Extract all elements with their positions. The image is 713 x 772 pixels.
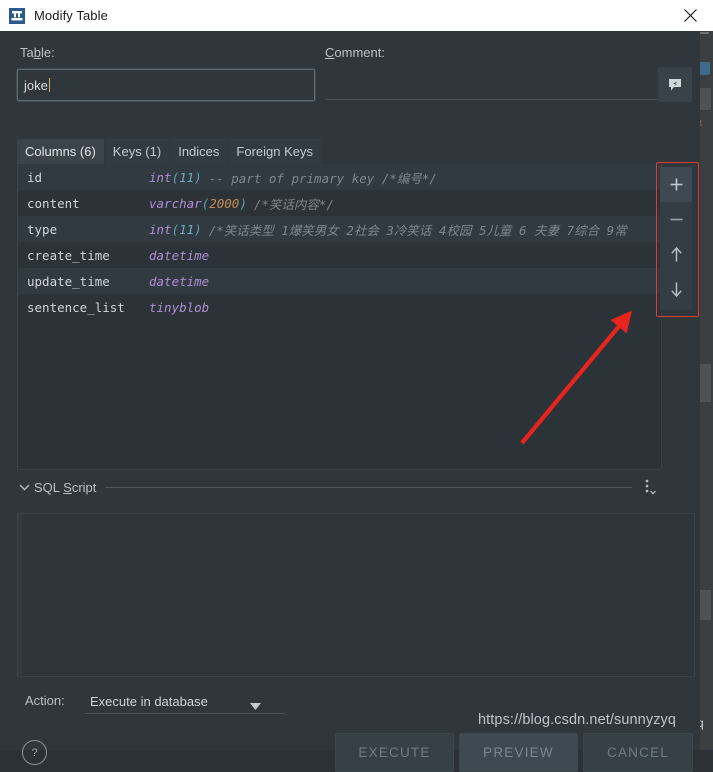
preview-label: PREVIEW: [483, 745, 554, 760]
table-row[interactable]: create_time datetime: [18, 242, 661, 268]
cancel-label: CANCEL: [607, 745, 669, 760]
edit-comment-icon: [669, 78, 681, 90]
column-name: sentence_list: [27, 299, 125, 315]
plus-icon: [670, 178, 682, 191]
minus-icon: [670, 218, 682, 221]
action-dropdown[interactable]: Execute in database: [85, 689, 285, 714]
preview-button[interactable]: PREVIEW: [459, 733, 578, 772]
execute-button[interactable]: EXECUTE: [335, 733, 454, 772]
close-icon: [683, 9, 697, 22]
watermark: https://blog.csdn.net/sunnyzyq: [478, 712, 677, 728]
action-selected-value: Execute in database: [90, 693, 208, 709]
modify-table-dialog: Table: Comment: joke Columns (6) Keys (1…: [0, 31, 700, 772]
arrow-down-icon: [670, 282, 682, 298]
edit-comment-button[interactable]: [658, 67, 692, 102]
move-down-button[interactable]: [660, 272, 692, 307]
more-options-icon[interactable]: [642, 478, 658, 496]
column-type: int(11): [149, 169, 202, 185]
remove-column-button[interactable]: [660, 202, 692, 237]
column-name: id: [27, 169, 43, 185]
column-name: type: [27, 221, 58, 237]
table-field-label: Table:: [20, 45, 55, 60]
table-row[interactable]: id int(11) -- part of primary key /*编号*/: [18, 164, 661, 190]
sql-script-header[interactable]: SQL Script: [17, 478, 660, 496]
editor-gutter: [18, 514, 22, 674]
tab-foreign-keys-label: Foreign Keys: [236, 144, 313, 159]
question-mark-icon: ?: [31, 747, 37, 759]
tab-keys[interactable]: Keys (1): [104, 139, 171, 164]
columns-grid[interactable]: id int(11) -- part of primary key /*编号*/…: [17, 164, 662, 470]
chevron-down-icon[interactable]: [17, 480, 31, 494]
comment-input[interactable]: [325, 69, 657, 100]
grid-toolbar: [660, 167, 692, 310]
arrow-up-icon: [670, 246, 682, 262]
column-comment: /*笑话内容*/: [253, 196, 334, 212]
column-type: datetime: [149, 247, 210, 263]
tab-keys-label: Keys (1): [112, 144, 162, 159]
tab-indices[interactable]: Indices: [170, 139, 229, 164]
execute-label: EXECUTE: [358, 745, 431, 760]
column-name: update_time: [27, 273, 110, 289]
table-row[interactable]: update_time datetime: [18, 268, 661, 294]
column-type: datetime: [149, 273, 210, 289]
column-type: varchar(2000): [149, 195, 247, 211]
screen: \ it q Modify Table Table: C: [0, 0, 713, 772]
column-name: content: [27, 195, 80, 211]
tab-foreign-keys[interactable]: Foreign Keys: [228, 139, 322, 164]
tab-columns-label: Columns (6): [25, 144, 96, 159]
comment-field-label: Comment:: [325, 45, 385, 60]
table-row[interactable]: type int(11) /*笑话类型 1爆笑男女 2社会 3冷笑话 4校园 5…: [18, 216, 661, 242]
table-name-value: joke: [24, 77, 48, 93]
sql-script-title: SQL Script: [34, 479, 97, 495]
window-title: Modify Table: [34, 8, 108, 23]
divider: [105, 486, 632, 488]
column-comment: -- part of primary key /*编号*/: [208, 170, 437, 186]
sql-script-editor[interactable]: [17, 513, 695, 677]
column-type: tinyblob: [149, 299, 210, 315]
add-column-button[interactable]: [660, 167, 692, 202]
entity-tabs: Columns (6) Keys (1) Indices Foreign Key…: [17, 138, 322, 164]
tab-indices-label: Indices: [178, 144, 220, 159]
move-up-button[interactable]: [660, 237, 692, 272]
table-name-input[interactable]: joke: [17, 69, 315, 101]
triangle-down-icon: [250, 697, 261, 715]
table-row[interactable]: sentence_list tinyblob: [18, 294, 661, 320]
action-label: Action:: [25, 693, 65, 708]
tab-columns[interactable]: Columns (6): [17, 139, 105, 164]
table-row[interactable]: content varchar(2000) /*笑话内容*/: [18, 190, 661, 216]
svg-text:?: ?: [31, 747, 37, 759]
column-comment: /*笑话类型 1爆笑男女 2社会 3冷笑话 4校园 5儿童 6 夫妻 7综合 9…: [208, 222, 627, 238]
column-name: create_time: [27, 247, 110, 263]
cancel-button[interactable]: CANCEL: [583, 733, 693, 772]
window-titlebar: Modify Table: [0, 0, 713, 31]
text-caret: [48, 78, 50, 92]
help-button[interactable]: ?: [22, 740, 47, 765]
database-table-icon: [9, 7, 25, 24]
close-window-button[interactable]: [667, 0, 713, 31]
column-type: int(11): [149, 221, 202, 237]
